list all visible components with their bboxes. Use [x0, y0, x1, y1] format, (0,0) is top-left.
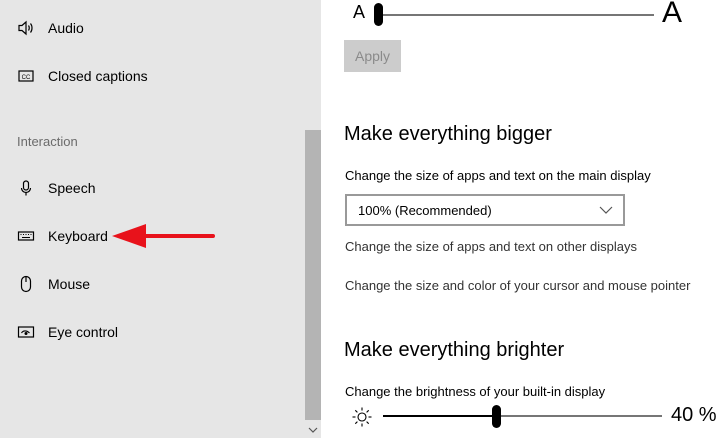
apply-button[interactable]: Apply: [344, 40, 401, 72]
speaker-icon: [17, 19, 35, 37]
scale-description: Change the size of apps and text on the …: [345, 168, 651, 183]
microphone-icon: [17, 179, 35, 197]
sidebar-scrollbar-thumb[interactable]: [305, 130, 321, 420]
eye-control-icon: [17, 323, 35, 341]
brightness-slider-thumb[interactable]: [492, 405, 501, 428]
annotation-arrow-icon: [112, 224, 215, 248]
chevron-down-icon: [599, 206, 613, 214]
text-size-slider-thumb[interactable]: [374, 3, 383, 26]
sidebar-item-speech[interactable]: Speech: [0, 168, 305, 208]
brightness-sun-icon: [352, 407, 372, 427]
sidebar-item-mouse[interactable]: Mouse: [0, 264, 305, 304]
sidebar-item-label: Closed captions: [48, 68, 148, 84]
sidebar: Audio CC Closed captions Interaction Spe…: [0, 0, 321, 438]
text-size-slider-track[interactable]: [378, 14, 654, 16]
sidebar-item-label: Keyboard: [48, 228, 108, 244]
section-header-interaction: Interaction: [17, 134, 78, 149]
svg-text:CC: CC: [22, 75, 31, 81]
scale-dropdown-value: 100% (Recommended): [358, 202, 492, 218]
sidebar-item-label: Speech: [48, 180, 96, 196]
text-size-small-label: A: [353, 2, 366, 22]
scroll-down-arrow-icon[interactable]: [305, 422, 321, 438]
scale-dropdown[interactable]: 100% (Recommended): [345, 194, 625, 226]
heading-make-everything-brighter: Make everything brighter: [344, 339, 565, 361]
sidebar-item-label: Mouse: [48, 276, 91, 292]
closed-captions-icon: CC: [17, 67, 35, 85]
sidebar-item-eye-control[interactable]: Eye control: [0, 312, 305, 352]
sidebar-item-label: Audio: [48, 20, 84, 36]
brightness-slider-track[interactable]: [496, 415, 662, 417]
link-other-displays[interactable]: Change the size of apps and text on othe…: [345, 239, 637, 254]
keyboard-icon: [17, 227, 35, 245]
heading-make-everything-bigger: Make everything bigger: [344, 123, 552, 145]
sidebar-item-audio[interactable]: Audio: [0, 8, 305, 48]
sidebar-item-label: Eye control: [48, 324, 119, 340]
sidebar-item-closed-captions[interactable]: CC Closed captions: [0, 56, 305, 96]
brightness-description: Change the brightness of your built-in d…: [345, 384, 606, 399]
link-cursor-settings[interactable]: Change the size and color of your cursor…: [345, 278, 690, 293]
mouse-icon: [17, 275, 35, 293]
text-size-large-label: A: [662, 0, 683, 29]
brightness-value: 40 %: [671, 404, 717, 426]
brightness-slider-filled-track[interactable]: [383, 415, 496, 417]
